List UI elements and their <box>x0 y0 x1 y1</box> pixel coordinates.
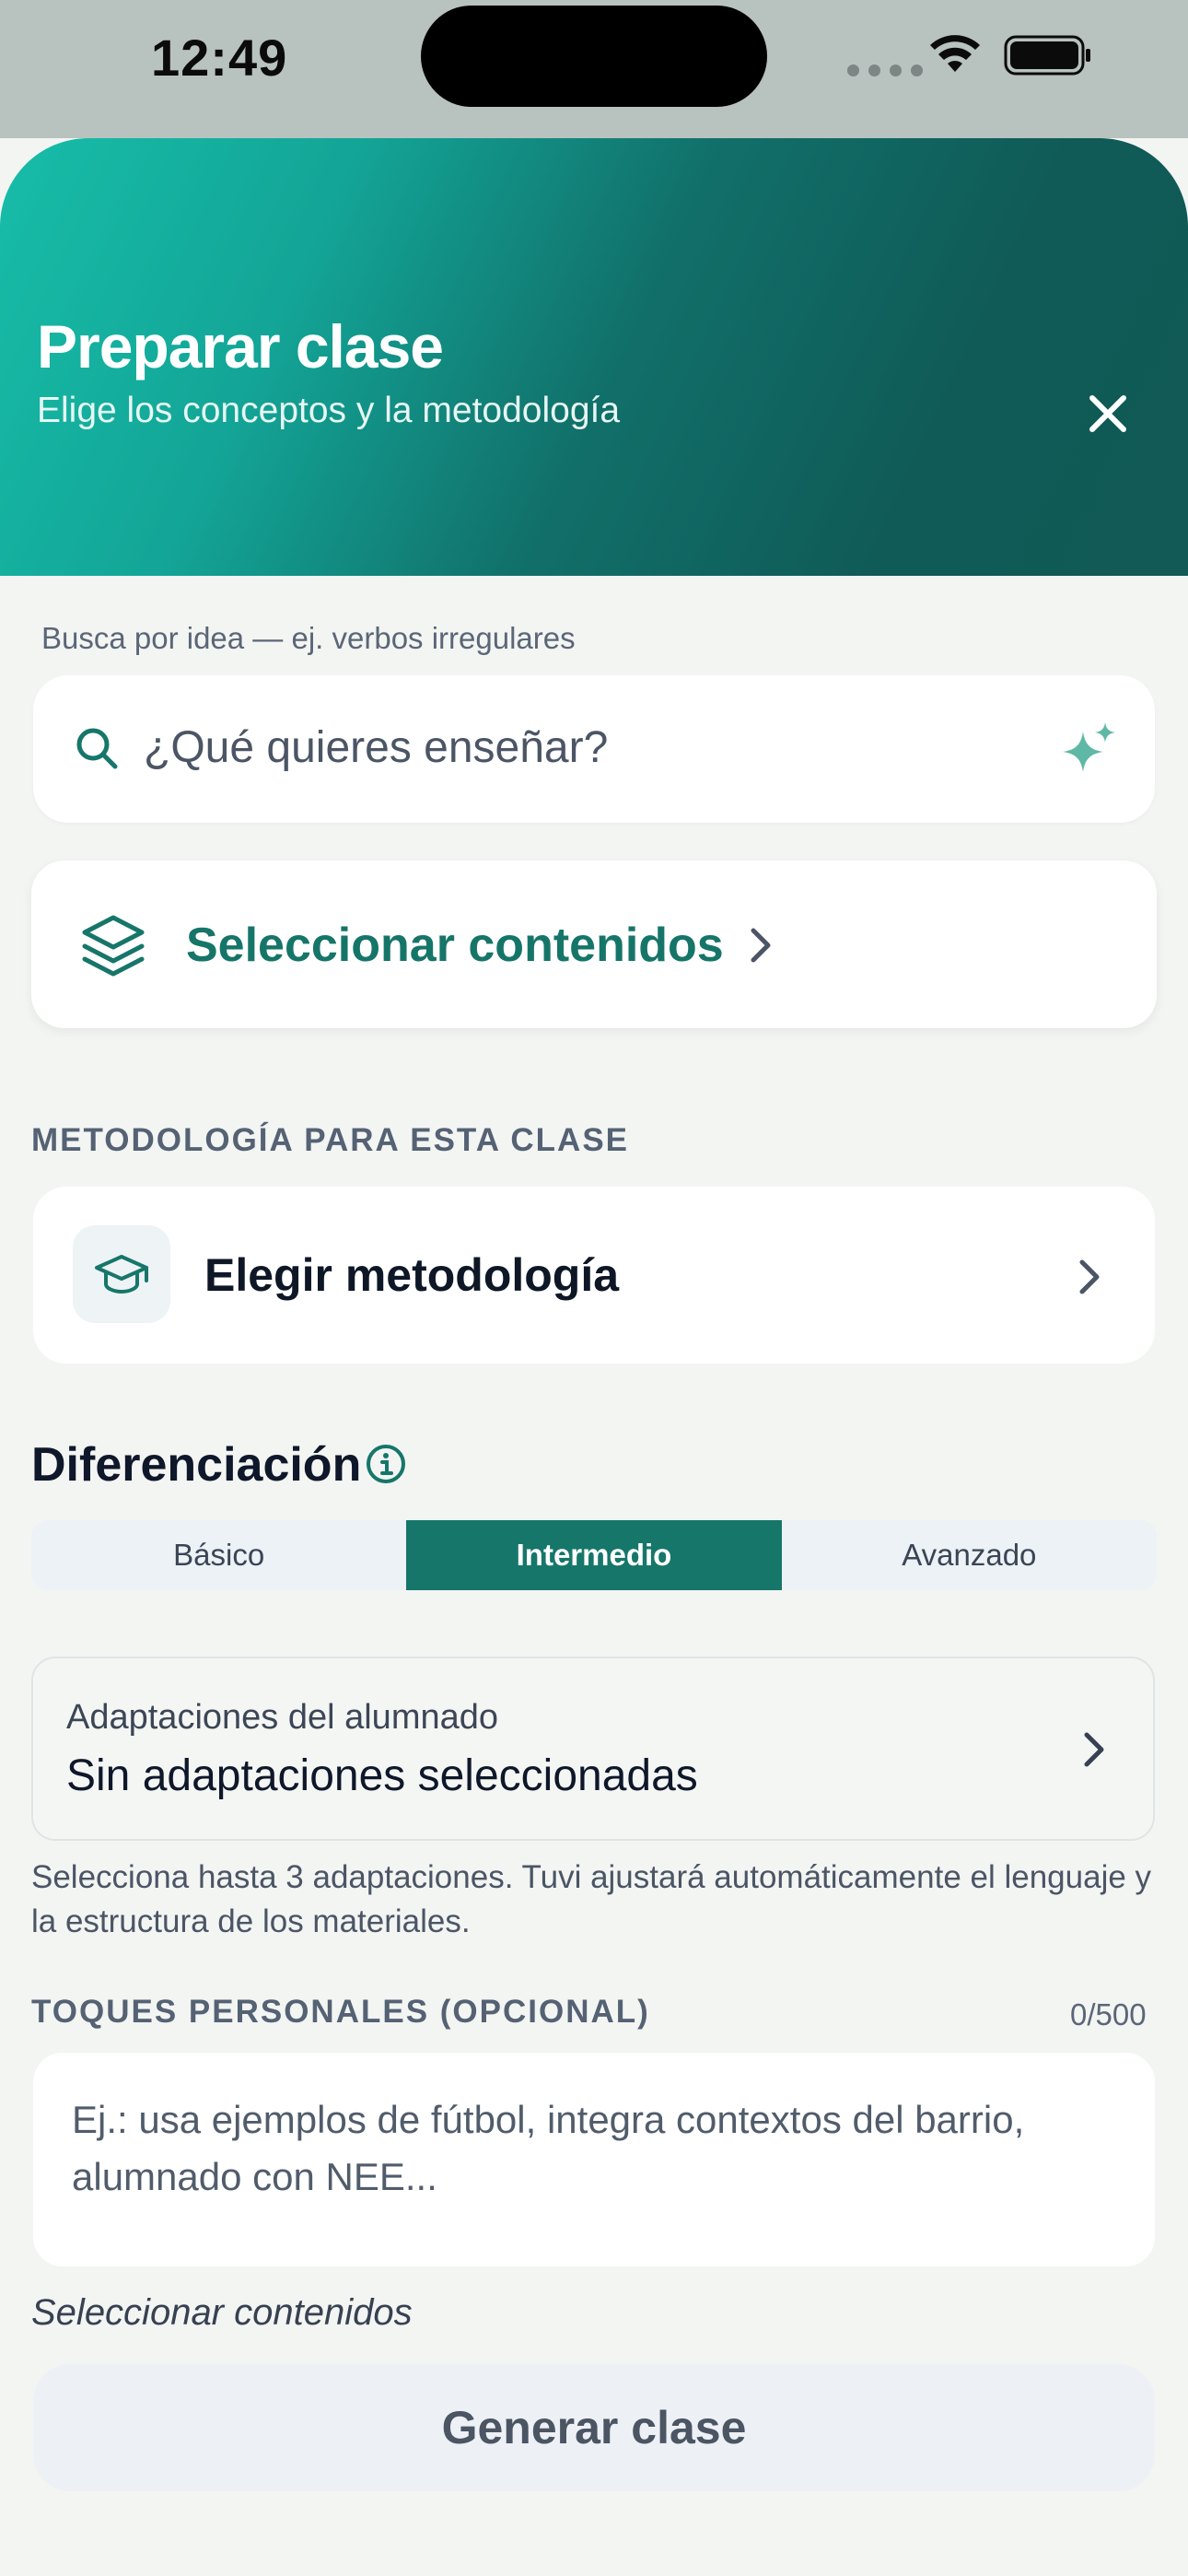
level-basic-tab[interactable]: Básico <box>31 1520 406 1590</box>
student-adaptations-button[interactable] <box>31 1657 1155 1841</box>
level-intermediate-tab[interactable]: Intermedio <box>406 1520 782 1590</box>
search-placeholder: ¿Qué quieres enseñar? <box>144 723 609 772</box>
choose-methodology-label: Elegir metodología <box>204 1249 620 1301</box>
cellular-signal-icon <box>847 64 923 76</box>
page-subtitle: Elige los conceptos y la metodología <box>37 391 621 430</box>
chevron-right-icon <box>751 928 771 963</box>
differentiation-level-selector: Básico Intermedio Avanzado <box>31 1520 1157 1590</box>
generate-class-button[interactable]: Generar clase <box>33 2364 1155 2491</box>
select-contents-label: Seleccionar contenidos <box>186 919 724 972</box>
close-icon[interactable] <box>1087 392 1129 435</box>
methodology-section-label: METODOLOGÍA PARA ESTA CLASE <box>31 1122 630 1158</box>
dynamic-island <box>421 6 767 107</box>
graduation-cap-icon <box>95 1255 148 1294</box>
footer-hint: Seleccionar contenidos <box>31 2292 413 2333</box>
info-icon[interactable] <box>365 1443 407 1485</box>
adaptations-value: Sin adaptaciones seleccionadas <box>66 1751 698 1800</box>
search-icon <box>76 728 118 769</box>
page-title: Preparar clase <box>37 312 444 381</box>
wifi-icon <box>930 35 980 72</box>
chevron-right-icon <box>1079 1259 1100 1294</box>
personal-touches-section-label: TOQUES PERSONALES (OPCIONAL) <box>31 1994 650 2030</box>
character-counter: 0/500 <box>1070 1997 1147 2032</box>
differentiation-title: Diferenciación <box>31 1438 362 1492</box>
adaptations-help-text: Selecciona hasta 3 adaptaciones. Tuvi aj… <box>31 1859 1152 1939</box>
personal-touches-placeholder: Ej.: usa ejemplos de fútbol, integra con… <box>72 2098 1025 2198</box>
level-advanced-tab[interactable]: Avanzado <box>782 1520 1157 1590</box>
chevron-right-icon <box>1084 1732 1104 1767</box>
search-hint: Busca por idea — ej. verbos irregulares <box>41 621 576 655</box>
battery-icon <box>1004 35 1090 76</box>
sparkle-icon[interactable] <box>1059 719 1120 779</box>
adaptations-label: Adaptaciones del alumnado <box>66 1698 499 1737</box>
status-time: 12:49 <box>151 29 288 87</box>
layers-icon <box>82 915 145 977</box>
